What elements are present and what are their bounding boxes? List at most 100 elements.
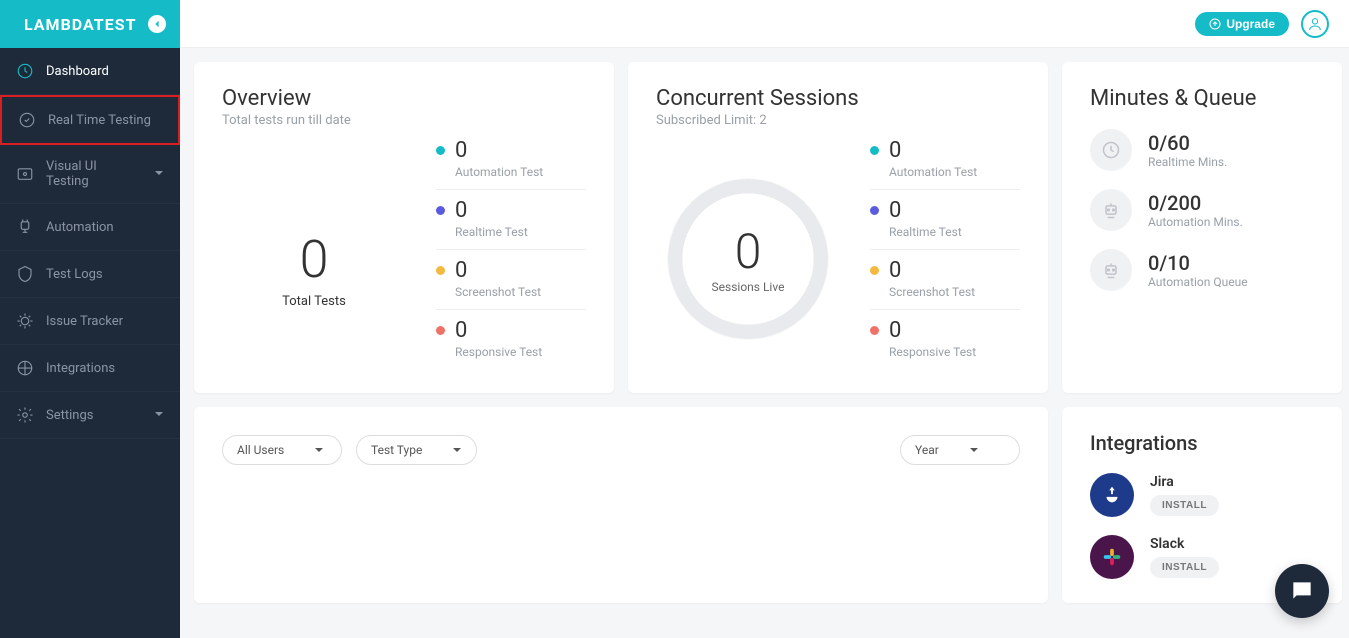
sidebar-item-label: Visual UI Testing <box>46 159 142 189</box>
concurrent-subtitle: Subscribed Limit: 2 <box>656 113 1020 128</box>
minutes-value: 0/200 <box>1148 191 1243 215</box>
metric-realtime: 0 Realtime Test <box>436 198 586 250</box>
sidebar: LAMBDATEST Dashboard Real Time Testing V… <box>0 0 180 638</box>
metric-label: Automation Test <box>889 165 1020 179</box>
topbar: Upgrade <box>180 0 1349 48</box>
overview-metrics: 0 Automation Test 0 Realtime Test 0 Scre… <box>436 138 586 369</box>
metric-dot <box>436 146 445 155</box>
sidebar-item-dashboard[interactable]: Dashboard <box>0 48 180 95</box>
filter-card: All Users Test Type Year <box>194 407 1048 603</box>
metric-screenshot: 0 Screenshot Test <box>870 258 1020 310</box>
automation-icon <box>16 218 34 236</box>
metric-dot <box>870 146 879 155</box>
jira-icon <box>1090 473 1134 517</box>
upgrade-icon <box>1209 18 1221 30</box>
sidebar-item-integrations[interactable]: Integrations <box>0 345 180 392</box>
metric-label: Automation Test <box>455 165 586 179</box>
overview-title: Overview <box>222 86 586 111</box>
minutes-title: Minutes & Queue <box>1090 86 1314 111</box>
integration-slack: Slack INSTALL <box>1090 535 1314 579</box>
filter-test-type[interactable]: Test Type <box>356 435 477 465</box>
sidebar-item-test-logs[interactable]: Test Logs <box>0 251 180 298</box>
metric-automation: 0 Automation Test <box>436 138 586 190</box>
brand-header: LAMBDATEST <box>0 0 180 48</box>
metric-dot <box>870 266 879 275</box>
metric-dot <box>436 326 445 335</box>
metric-value: 0 <box>889 138 901 163</box>
filter-test-type-label: Test Type <box>371 443 422 457</box>
sidebar-item-label: Automation <box>46 220 114 235</box>
user-icon <box>1307 16 1323 32</box>
sidebar-item-label: Issue Tracker <box>46 314 123 329</box>
donut-value: 0 <box>735 223 762 280</box>
sidebar-item-label: Settings <box>46 408 93 423</box>
sidebar-item-issue-tracker[interactable]: Issue Tracker <box>0 298 180 345</box>
minutes-item-queue: 0/10 Automation Queue <box>1090 249 1314 291</box>
chevron-down-icon <box>154 408 164 423</box>
metric-dot <box>870 326 879 335</box>
chevron-down-icon <box>452 445 462 455</box>
metric-label: Realtime Test <box>889 225 1020 239</box>
metric-dot <box>436 266 445 275</box>
clock-icon <box>1090 129 1132 171</box>
user-avatar[interactable] <box>1301 10 1329 38</box>
sidebar-item-realtime[interactable]: Real Time Testing <box>0 95 180 145</box>
filter-users[interactable]: All Users <box>222 435 342 465</box>
concurrent-title: Concurrent Sessions <box>656 86 1020 111</box>
metric-value: 0 <box>455 258 467 283</box>
chevron-down-icon <box>154 167 164 182</box>
chat-icon <box>1289 578 1315 604</box>
chat-fab[interactable] <box>1275 564 1329 618</box>
filter-users-label: All Users <box>237 443 284 457</box>
minutes-value: 0/60 <box>1148 131 1227 155</box>
queue-icon <box>1090 249 1132 291</box>
chevron-down-icon <box>314 445 324 455</box>
filter-year[interactable]: Year <box>900 435 1020 465</box>
integration-name: Slack <box>1150 536 1219 552</box>
minutes-label: Realtime Mins. <box>1148 155 1227 169</box>
minutes-item-automation: 0/200 Automation Mins. <box>1090 189 1314 231</box>
metric-screenshot: 0 Screenshot Test <box>436 258 586 310</box>
integrations-title: Integrations <box>1090 431 1314 455</box>
robot-icon <box>1090 189 1132 231</box>
metric-realtime: 0 Realtime Test <box>870 198 1020 250</box>
test-logs-icon <box>16 265 34 283</box>
dashboard-icon <box>16 62 34 80</box>
metric-label: Screenshot Test <box>455 285 586 299</box>
metric-label: Realtime Test <box>455 225 586 239</box>
overview-subtitle: Total tests run till date <box>222 113 586 128</box>
metric-responsive: 0 Responsive Test <box>436 318 586 369</box>
overview-total-label: Total Tests <box>282 294 346 309</box>
metric-value: 0 <box>889 318 901 343</box>
metric-dot <box>436 206 445 215</box>
metric-value: 0 <box>455 138 467 163</box>
sidebar-collapse-icon[interactable] <box>148 15 166 33</box>
sidebar-item-label: Test Logs <box>46 267 103 282</box>
metric-label: Screenshot Test <box>889 285 1020 299</box>
metric-value: 0 <box>889 198 901 223</box>
donut-label: Sessions Live <box>712 280 785 294</box>
install-button-slack[interactable]: INSTALL <box>1150 557 1219 578</box>
upgrade-label: Upgrade <box>1226 17 1275 31</box>
minutes-label: Automation Queue <box>1148 275 1248 289</box>
issue-tracker-icon <box>16 312 34 330</box>
metric-dot <box>870 206 879 215</box>
filter-year-label: Year <box>915 443 939 457</box>
sidebar-item-visual-ui[interactable]: Visual UI Testing <box>0 145 180 204</box>
minutes-value: 0/10 <box>1148 251 1248 275</box>
metric-value: 0 <box>455 198 467 223</box>
metric-label: Responsive Test <box>889 345 1020 359</box>
concurrent-card: Concurrent Sessions Subscribed Limit: 2 … <box>628 62 1048 393</box>
visual-ui-icon <box>16 165 34 183</box>
upgrade-button[interactable]: Upgrade <box>1195 12 1289 36</box>
integration-jira: Jira INSTALL <box>1090 473 1314 517</box>
install-button-jira[interactable]: INSTALL <box>1150 495 1219 516</box>
sidebar-item-settings[interactable]: Settings <box>0 392 180 439</box>
sidebar-item-label: Integrations <box>46 361 115 376</box>
metric-responsive: 0 Responsive Test <box>870 318 1020 369</box>
integration-name: Jira <box>1150 474 1219 490</box>
sidebar-item-label: Real Time Testing <box>48 113 151 128</box>
metric-value: 0 <box>889 258 901 283</box>
sidebar-item-automation[interactable]: Automation <box>0 204 180 251</box>
main-content: Overview Total tests run till date 0 Tot… <box>180 0 1349 638</box>
